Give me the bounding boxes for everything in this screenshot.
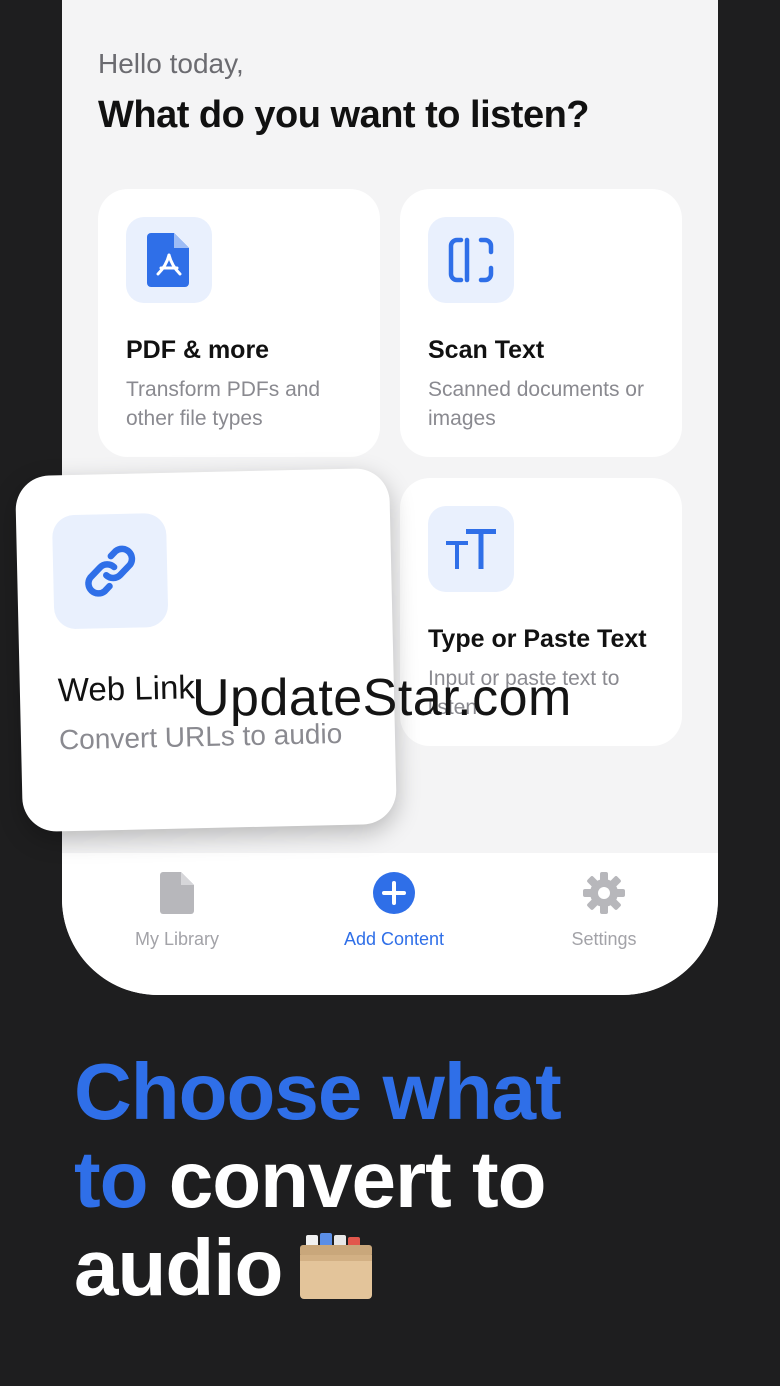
watermark: UpdateStar.com — [192, 669, 572, 727]
tab-settings-label: Settings — [571, 929, 637, 949]
screen: Hello today, What do you want to listen?… — [0, 0, 780, 1386]
tab-my-library-label: My Library — [134, 929, 219, 949]
scan-card-description: Scanned documents or images — [428, 378, 644, 430]
scan-card-title: Scan Text — [428, 336, 545, 364]
gear-icon — [519, 871, 689, 915]
pdf-card[interactable]: PDF & more Transform PDFs and other file… — [98, 189, 380, 457]
tab-add-content[interactable]: Add Content — [309, 871, 479, 950]
greeting: Hello today, — [98, 48, 244, 79]
tab-settings[interactable]: Settings — [519, 871, 689, 950]
caption-line-3: audio — [74, 1224, 561, 1318]
tab-my-library[interactable]: My Library — [92, 871, 262, 950]
pdf-card-description: Transform PDFs and other file types — [126, 378, 321, 430]
document-icon — [92, 871, 262, 915]
type-card-title: Type or Paste Text — [428, 625, 647, 653]
marketing-caption: Choose what to convert to audio — [74, 1047, 562, 1318]
text-size-icon — [428, 506, 514, 592]
tab-bar: My Library Add Content Settings — [62, 853, 718, 995]
page-title: What do you want to listen? — [98, 94, 590, 136]
web-link-card-title: Web Link — [57, 668, 196, 709]
caption-line-3-text: audio — [74, 1223, 283, 1312]
pdf-file-icon — [126, 217, 212, 303]
tab-add-content-label: Add Content — [343, 929, 445, 949]
plus-circle-icon — [309, 871, 479, 915]
link-icon — [51, 512, 169, 630]
caption-line-2-blue: to — [74, 1135, 149, 1224]
caption-line-1: Choose what — [74, 1047, 562, 1136]
pdf-card-title: PDF & more — [126, 336, 270, 364]
scan-text-card[interactable]: Scan Text Scanned documents or images — [400, 189, 682, 457]
caption-line-2: to convert to — [74, 1136, 561, 1224]
card-file-box-icon — [298, 1230, 374, 1318]
web-link-card[interactable]: Web Link Convert URLs to audio — [15, 467, 397, 833]
caption-line-2-white: convert to — [168, 1135, 547, 1224]
scan-icon — [428, 217, 514, 303]
